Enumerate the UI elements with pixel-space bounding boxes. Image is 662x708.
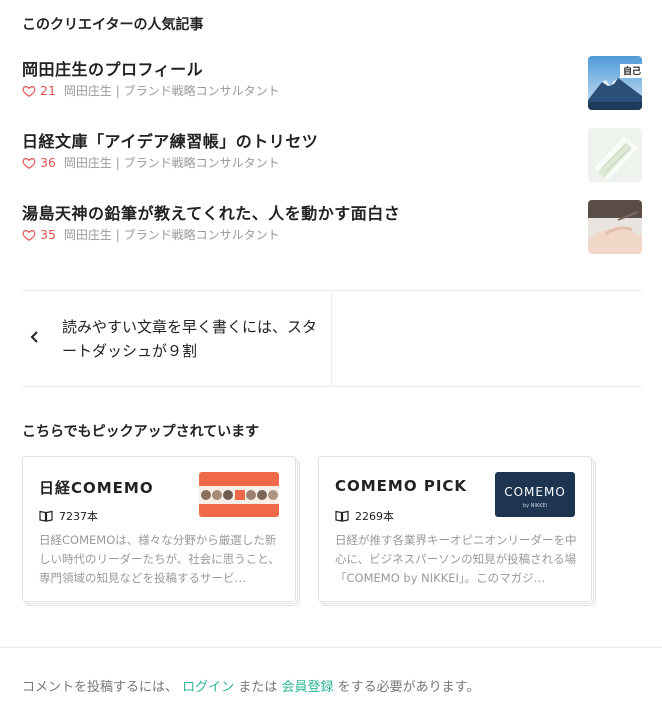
article-title[interactable]: 湯島天神の鉛筆が教えてくれた、人を動かす面白さ	[22, 200, 400, 224]
article-meta: 35 岡田庄生 | ブランド戦略コンサルタント	[22, 226, 280, 243]
magazine-name[interactable]: 日経COMEMO	[39, 477, 154, 498]
comment-middle-text: または	[238, 680, 278, 695]
login-link[interactable]: ログイン	[182, 680, 234, 695]
magazine-name[interactable]: COMEMO PICK	[335, 477, 467, 495]
article-author: 岡田庄生 | ブランド戦略コンサルタント	[63, 228, 280, 242]
magazine-card[interactable]: 日経COMEMO 7237本 日経COMEMOは、様々な分野から厳選した新しい時…	[22, 456, 296, 602]
article-author: 岡田庄生 | ブランド戦略コンサルタント	[63, 84, 280, 98]
comemo-pick-logo-image: COMEMO by NIKKEI	[495, 472, 575, 517]
magazine-thumbnail[interactable]	[199, 472, 279, 517]
magazine-article-count: 7237本	[39, 508, 98, 524]
article-count-text: 2269本	[355, 510, 394, 523]
heart-icon[interactable]	[22, 156, 36, 170]
popular-article-item[interactable]: 湯島天神の鉛筆が教えてくれた、人を動かす面白さ 35 岡田庄生 | ブランド戦略…	[22, 200, 642, 256]
magazine-description: 日経COMEMOは、様々な分野から厳選した新しい時代のリーダーたちが、社会に思う…	[39, 533, 280, 585]
article-thumbnail[interactable]: 自己	[588, 56, 642, 110]
logo-text: COMEMO	[504, 485, 566, 499]
article-title[interactable]: 岡田庄生のプロフィール	[22, 56, 203, 80]
like-count: 21	[40, 83, 56, 98]
article-title[interactable]: 日経文庫「アイデア練習帳」のトリセツ	[22, 128, 318, 152]
popular-article-item[interactable]: 日経文庫「アイデア練習帳」のトリセツ 36 岡田庄生 | ブランド戦略コンサルタ…	[22, 128, 642, 184]
notebook-photo-image	[588, 128, 642, 182]
magazine-card[interactable]: COMEMO PICK 2269本 日経が推す各業界キーオピニオンリーダーを中心…	[318, 456, 592, 602]
popular-articles-heading: このクリエイターの人気記事	[22, 17, 204, 33]
chevron-left-icon	[30, 331, 38, 343]
comment-suffix-text: をする必要があります。	[337, 680, 480, 695]
mountain-photo-image: 自己	[588, 56, 642, 110]
previous-article-title[interactable]: 読みやすい文章を早く書くには、スタートダッシュが９割	[62, 315, 322, 363]
magazine-thumbnail[interactable]: COMEMO by NIKKEI	[495, 472, 575, 517]
thumbnail-text: 自己	[623, 65, 641, 77]
like-count: 35	[40, 227, 56, 242]
like-count: 36	[40, 155, 56, 170]
heart-icon[interactable]	[22, 84, 36, 98]
magazine-card-stack: COMEMO PICK 2269本 日経が推す各業界キーオピニオンリーダーを中心…	[318, 456, 596, 606]
magazine-description: 日経が推す各業界キーオピニオンリーダーを中心に、ビジネスパーソンの知見が投稿され…	[335, 533, 577, 585]
comment-divider	[0, 647, 662, 648]
picked-magazines-heading: こちらでもピックアップされています	[22, 424, 260, 440]
comemo-banner-image	[199, 472, 279, 517]
hand-pencil-photo-image	[588, 200, 642, 254]
magazine-article-count: 2269本	[335, 508, 394, 524]
comment-prefix-text: コメントを投稿するには、	[22, 680, 179, 695]
section-divider	[22, 386, 642, 387]
book-icon	[39, 510, 53, 522]
logo-subtext: by NIKKEI	[523, 503, 547, 509]
article-thumbnail[interactable]	[588, 128, 642, 182]
book-icon	[335, 510, 349, 522]
article-author: 岡田庄生 | ブランド戦略コンサルタント	[63, 156, 280, 170]
article-count-text: 7237本	[59, 510, 98, 523]
article-meta: 36 岡田庄生 | ブランド戦略コンサルタント	[22, 154, 280, 171]
popular-article-item[interactable]: 岡田庄生のプロフィール 21 岡田庄生 | ブランド戦略コンサルタント 自己	[22, 56, 642, 112]
previous-article-link[interactable]: 読みやすい文章を早く書くには、スタートダッシュが９割	[22, 291, 332, 386]
heart-icon[interactable]	[22, 228, 36, 242]
signup-link[interactable]: 会員登録	[281, 680, 333, 695]
comment-login-prompt: コメントを投稿するには、 ログイン または 会員登録 をする必要があります。	[22, 676, 479, 695]
article-thumbnail[interactable]	[588, 200, 642, 254]
article-meta: 21 岡田庄生 | ブランド戦略コンサルタント	[22, 82, 280, 99]
magazine-card-stack: 日経COMEMO 7237本 日経COMEMOは、様々な分野から厳選した新しい時…	[22, 456, 300, 606]
